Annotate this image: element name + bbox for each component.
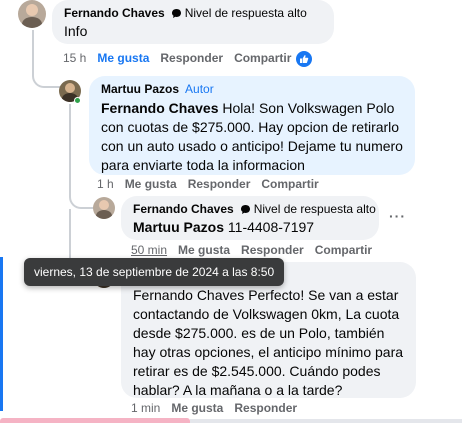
comment-bubble: Martuu Pazos Autor Fernando Chaves Hola!… <box>89 76 415 175</box>
status-badge: Nivel de respuesta alto <box>171 6 307 20</box>
comment-actions: 50 min Me gusta Responder Compartir <box>131 243 372 257</box>
chat-bubble-icon <box>240 204 251 215</box>
more-options-icon[interactable]: ··· <box>389 208 406 224</box>
comment-actions: 15 h Me gusta Responder Compartir <box>63 51 291 65</box>
status-badge: Nivel de respuesta alto <box>240 202 376 216</box>
comment-actions: 1 min Me gusta Responder <box>131 401 297 415</box>
mention-link[interactable]: Martuu Pazos <box>133 219 224 235</box>
share-button[interactable]: Compartir <box>315 243 372 257</box>
comment-timestamp[interactable]: 1 min <box>131 401 160 415</box>
comment-bubble: Fernando Chaves Nivel de respuesta alto … <box>52 0 334 44</box>
like-button[interactable]: Me gusta <box>125 177 177 191</box>
chat-bubble-icon <box>171 8 182 19</box>
share-button[interactable]: Compartir <box>234 51 291 65</box>
comment-author[interactable]: Martuu Pazos <box>101 82 179 96</box>
comment-body: 11-4408-7197 <box>227 219 315 235</box>
like-button[interactable]: Me gusta <box>178 243 230 257</box>
mention-link[interactable]: Fernando Chaves <box>133 287 244 303</box>
comment-author[interactable]: Fernando Chaves <box>64 6 165 20</box>
comment-timestamp[interactable]: 50 min <box>131 243 167 257</box>
share-button[interactable]: Compartir <box>261 177 318 191</box>
timestamp-tooltip: viernes, 13 de septiembre de 2024 a las … <box>24 258 285 286</box>
comment-actions: 1 h Me gusta Responder Compartir <box>97 177 319 191</box>
comment-text: Martuu Pazos 11-4408-7197 <box>133 218 367 237</box>
badge-label: Nivel de respuesta alto <box>184 6 307 20</box>
comment-body: Perfecto! Se van a estar contactando de … <box>133 287 404 398</box>
comment-timestamp[interactable]: 1 h <box>97 177 114 191</box>
reply-button[interactable]: Responder <box>241 243 304 257</box>
badge-label: Nivel de respuesta alto <box>253 202 376 216</box>
comment-author[interactable]: Fernando Chaves <box>133 202 234 216</box>
like-button[interactable]: Me gusta <box>171 401 223 415</box>
comment-text: Fernando Chaves Perfecto! Se van a estar… <box>133 286 404 400</box>
comment-text: Info <box>64 23 88 39</box>
avatar[interactable] <box>18 0 46 28</box>
reply-button[interactable]: Responder <box>188 177 251 191</box>
reply-composer-edge <box>190 419 462 423</box>
reply-button[interactable]: Responder <box>160 51 223 65</box>
highlight-accent <box>0 257 3 411</box>
comment-text: Fernando Chaves Hola! Son Volkswagen Pol… <box>101 99 403 175</box>
like-button[interactable]: Me gusta <box>97 51 149 65</box>
comment-bubble: Fernando Chaves Nivel de respuesta alto … <box>121 196 379 240</box>
author-tag: Autor <box>185 82 214 96</box>
reply-composer-edge <box>0 418 190 423</box>
online-indicator <box>74 97 81 104</box>
thumbs-up-icon[interactable] <box>296 51 312 67</box>
reply-button[interactable]: Responder <box>234 401 297 415</box>
mention-link[interactable]: Fernando Chaves <box>101 100 218 116</box>
avatar[interactable] <box>93 197 115 219</box>
comment-timestamp[interactable]: 15 h <box>63 51 86 65</box>
